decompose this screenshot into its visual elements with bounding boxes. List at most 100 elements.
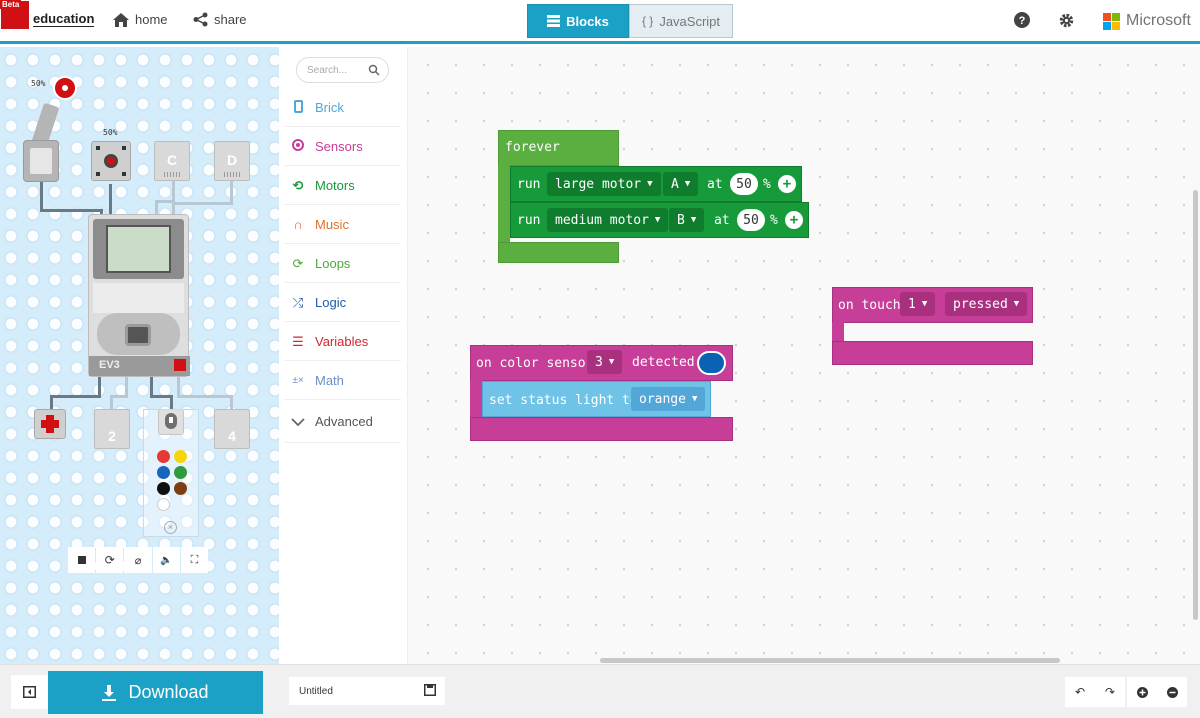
save-icon[interactable] [424, 684, 436, 696]
category-advanced[interactable]: Advanced [285, 401, 401, 443]
category-motors[interactable]: ⟲ Motors [285, 167, 401, 205]
wire [98, 375, 101, 397]
speed-input[interactable]: 50 [730, 173, 758, 195]
redo-button[interactable]: ↷ [1095, 677, 1125, 707]
logic-icon: ⤮ [292, 294, 304, 310]
motor-port-dropdown[interactable]: A ▼ [663, 172, 699, 196]
motor-icon: ⟲ [292, 177, 304, 193]
category-music[interactable]: ∩ Music [285, 206, 401, 244]
microsoft-logo[interactable]: Microsoft [1103, 12, 1191, 30]
headphones-icon: ∩ [293, 217, 303, 232]
math-icon: ±× [292, 375, 304, 386]
share-label: share [214, 12, 247, 27]
download-button[interactable]: Download [48, 671, 263, 714]
home-icon [113, 12, 129, 27]
stop-button[interactable] [68, 547, 96, 573]
port-d[interactable]: D [214, 141, 250, 181]
port-4-label: 4 [228, 428, 236, 444]
color-option-yellow[interactable] [174, 450, 187, 463]
set-status-light-label: set status light to [489, 393, 638, 408]
tab-blocks[interactable]: Blocks [527, 4, 629, 38]
color-option-red[interactable] [157, 450, 170, 463]
speed-input[interactable]: 50 [737, 209, 765, 231]
dropdown-arrow-icon: ▼ [690, 215, 697, 225]
motor-type-value: medium motor [555, 212, 649, 228]
color-option-white[interactable] [157, 498, 170, 511]
on-touch-block[interactable]: on touch 1 ▼ pressed ▼ [832, 287, 1033, 365]
percent-label: % [763, 177, 771, 192]
fullscreen-button[interactable]: ⛶ [180, 547, 209, 573]
touch-sensor[interactable] [34, 409, 66, 439]
category-variables[interactable]: ☰ Variables [285, 323, 401, 361]
lego-mini-logo [174, 359, 186, 371]
mute-button[interactable]: ⌀ [124, 547, 152, 573]
run-label: run [517, 213, 541, 228]
brick-center-button[interactable] [125, 324, 151, 346]
wire [170, 395, 173, 409]
help-icon: ? [1014, 12, 1030, 28]
workspace-vertical-scrollbar[interactable] [1193, 190, 1198, 620]
port-2[interactable]: 2 [94, 409, 130, 449]
motor-type-dropdown[interactable]: large motor ▼ [547, 172, 661, 196]
zoom-out-button[interactable] [1157, 677, 1187, 707]
set-status-light-block[interactable]: set status light to orange ▼ [482, 381, 711, 417]
port-4[interactable]: 4 [214, 409, 250, 449]
color-option-brown[interactable] [174, 482, 187, 495]
category-brick[interactable]: Brick [285, 89, 401, 127]
add-param-icon[interactable]: + [778, 175, 796, 193]
color-option-green[interactable] [174, 466, 187, 479]
search-input[interactable]: Search... [296, 57, 389, 83]
home-label: home [135, 12, 168, 27]
motor-type-dropdown[interactable]: medium motor ▼ [547, 208, 669, 232]
zoom-group [1127, 677, 1187, 707]
large-motor[interactable] [23, 102, 71, 184]
blocks-icon [547, 15, 561, 27]
category-sensors[interactable]: Sensors [285, 128, 401, 166]
port-c-label: C [166, 152, 178, 168]
medium-motor[interactable] [91, 141, 131, 181]
motor-port-dropdown[interactable]: B ▼ [669, 208, 705, 232]
education-brand[interactable]: education [33, 12, 95, 27]
run-large-motor-block[interactable]: run large motor ▼ A ▼ at 50 % + [510, 166, 802, 202]
search-icon [368, 64, 380, 76]
at-label: at [707, 177, 723, 192]
ev3-brick[interactable]: EV3 [88, 214, 190, 377]
run-medium-motor-block[interactable]: run medium motor ▼ B ▼ at 50 % + [510, 202, 809, 238]
loop-icon: ⟳ [292, 255, 304, 271]
motor-port-value: A [671, 176, 679, 192]
dropdown-arrow-icon: ▼ [608, 357, 615, 367]
redo-icon: ↷ [1104, 685, 1116, 699]
restart-button[interactable]: ⟳ [96, 547, 124, 573]
touch-port-dropdown[interactable]: 1 ▼ [900, 292, 936, 316]
undo-button[interactable]: ↶ [1065, 677, 1095, 707]
ev3-simulator: 50% 50% C D EV3 2 4 × ⟳ ⌀ 🔈 ⛶ [0, 47, 279, 664]
motor-a-wheel-icon[interactable] [53, 76, 77, 100]
sound-button[interactable]: 🔈 [152, 547, 180, 573]
color-option-black[interactable] [157, 482, 170, 495]
port-c[interactable]: C [154, 141, 190, 181]
home-link[interactable]: home [113, 12, 168, 27]
status-light-dropdown[interactable]: orange ▼ [631, 387, 706, 411]
collapse-simulator-button[interactable] [11, 675, 48, 709]
category-loops[interactable]: ⟳ Loops [285, 245, 401, 283]
wire [172, 202, 233, 205]
settings-button[interactable] [1058, 12, 1075, 34]
wire [125, 375, 128, 397]
share-link[interactable]: share [193, 12, 247, 27]
color-sensor-port-dropdown[interactable]: 3 ▼ [587, 350, 623, 374]
zoom-in-button[interactable] [1127, 677, 1157, 707]
blocks-workspace[interactable]: forever run large motor ▼ A ▼ at 50 % + … [408, 47, 1200, 664]
color-option-blue[interactable] [157, 466, 170, 479]
motor-b-speed: 50% [103, 128, 118, 137]
wire [109, 184, 112, 214]
touch-event-dropdown[interactable]: pressed ▼ [945, 292, 1028, 316]
add-param-icon[interactable]: + [785, 211, 803, 229]
workspace-horizontal-scrollbar[interactable] [600, 658, 1060, 663]
color-swatch-input[interactable] [697, 351, 726, 375]
help-button[interactable]: ? [1014, 12, 1030, 33]
project-name-input[interactable]: Untitled [289, 677, 445, 705]
clear-color-icon[interactable]: × [164, 521, 177, 534]
tab-javascript[interactable]: { } JavaScript [629, 4, 733, 38]
category-logic[interactable]: ⤮ Logic [285, 284, 401, 322]
category-math[interactable]: ±× Math [285, 362, 401, 400]
